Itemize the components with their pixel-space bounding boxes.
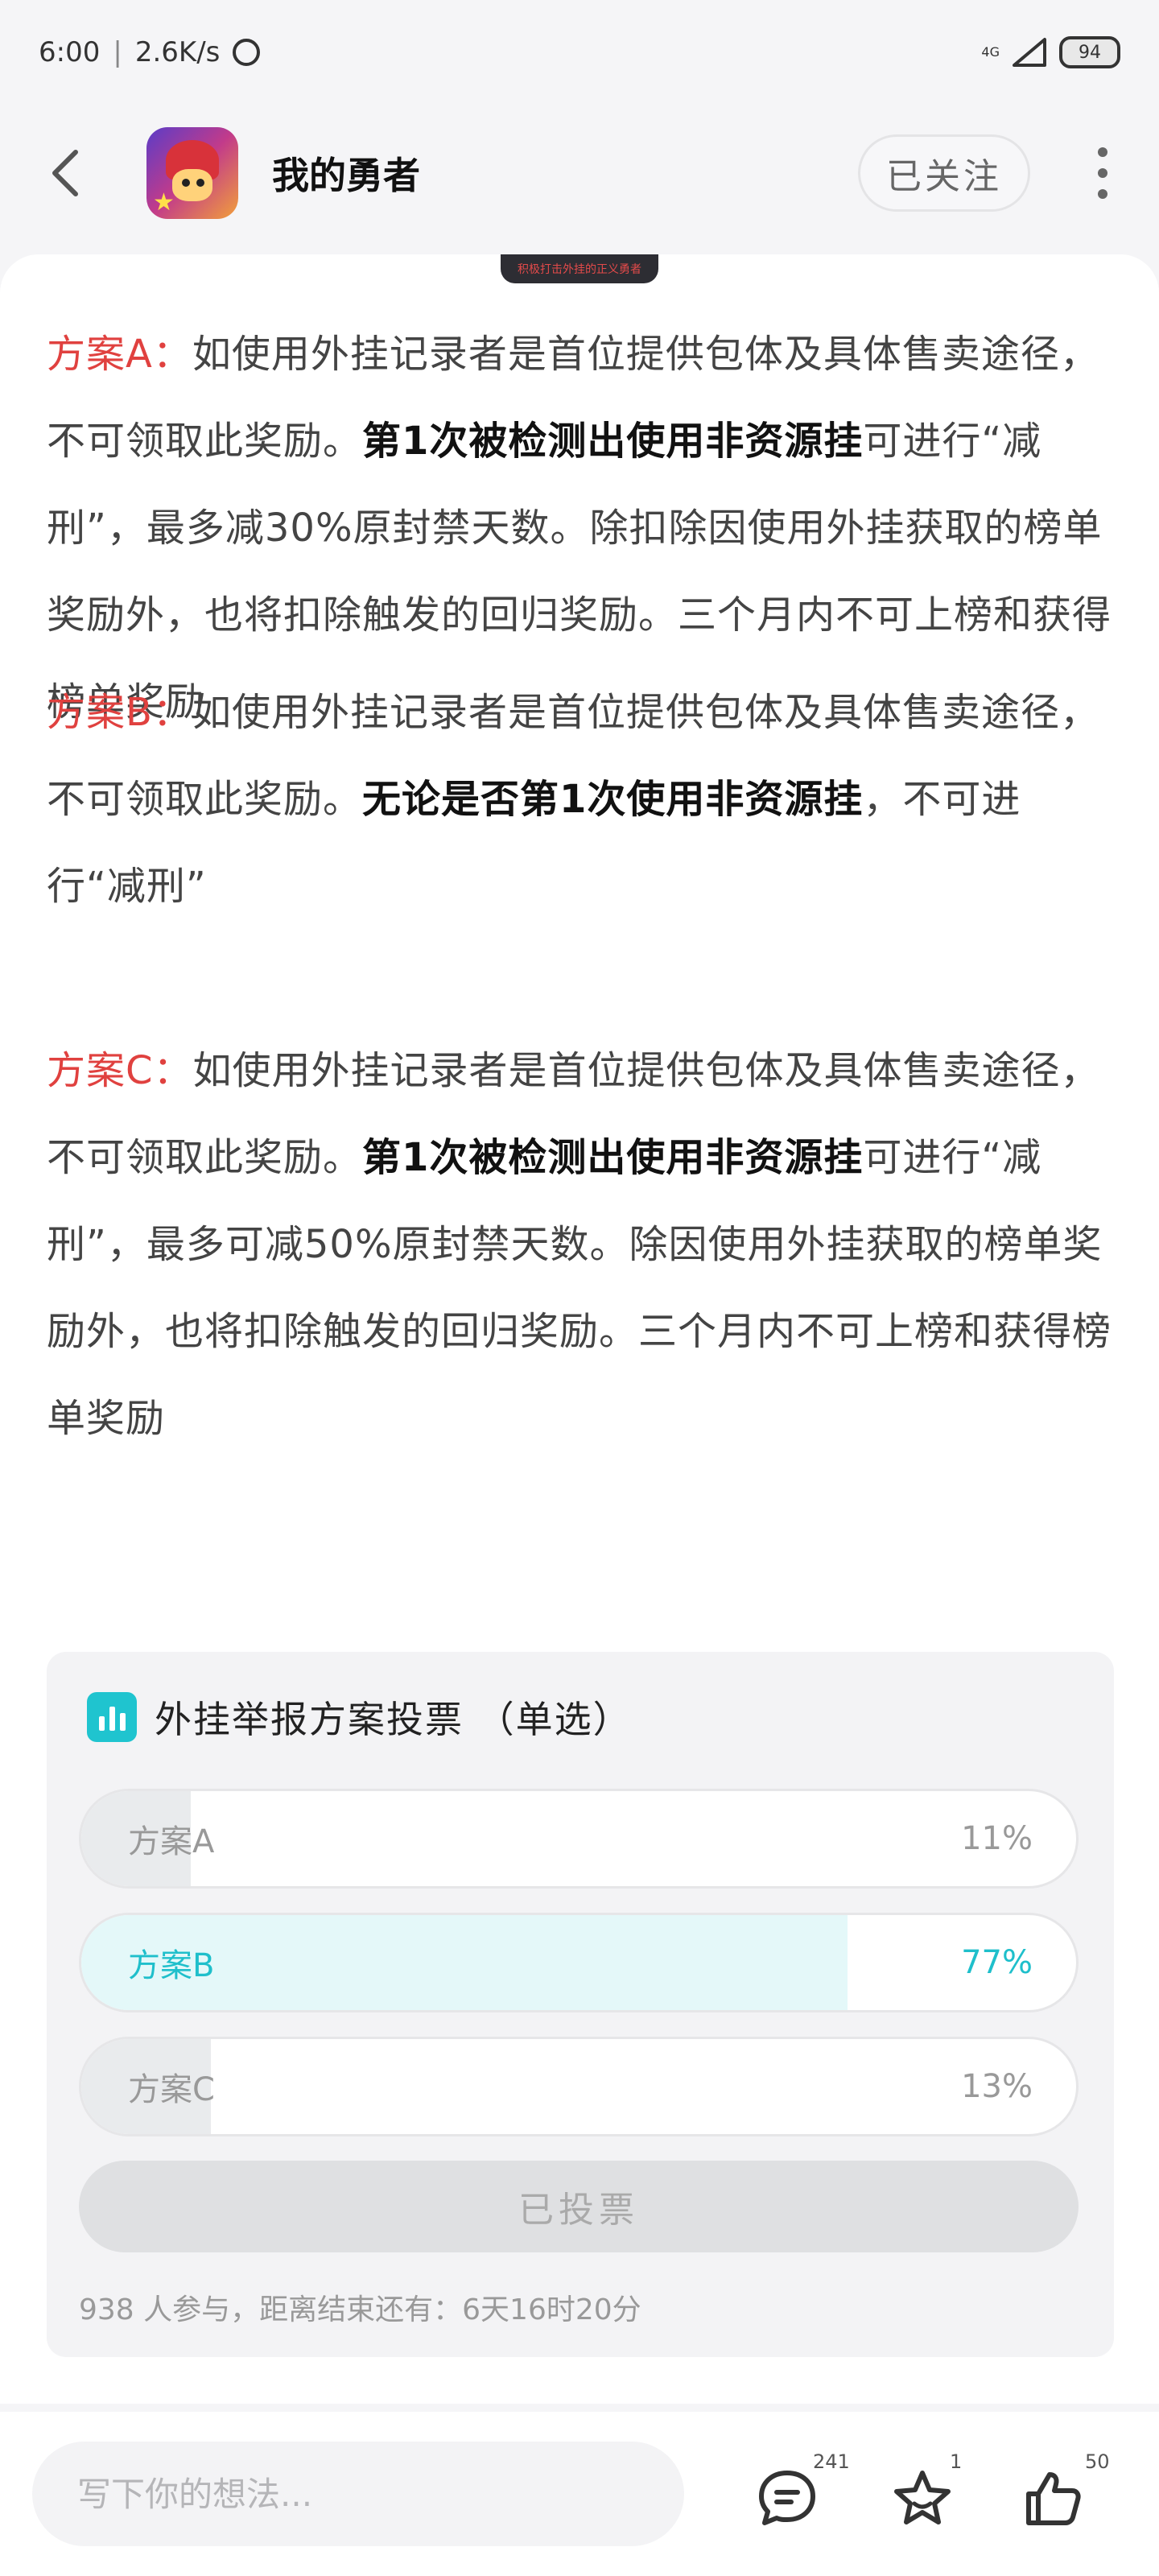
voted-button[interactable]: 已投票 <box>79 2161 1079 2252</box>
poll-option-percent: 13% <box>961 2068 1033 2105</box>
poll-option-percent: 11% <box>961 1820 1033 1857</box>
star-icon <box>894 2471 951 2524</box>
poll-option-c[interactable]: 方案C 13% <box>79 2037 1079 2136</box>
signal-icon <box>1013 38 1046 67</box>
poll-option-label: 方案C <box>128 2071 215 2108</box>
comment-icon <box>759 2471 815 2525</box>
plan-label: 方案B： <box>47 690 192 735</box>
plan-highlight: 第1次被检测出使用非资源挂 <box>362 1135 864 1180</box>
status-left: 6:00 | 2.6K/s <box>39 36 261 68</box>
comment-count: 241 <box>813 2450 850 2473</box>
avatar-star-icon: ★ <box>153 188 175 217</box>
more-dots-icon <box>1098 147 1107 157</box>
more-dots-icon <box>1098 189 1107 199</box>
favorite-button[interactable]: 1 <box>882 2450 963 2539</box>
network-type: 4G <box>981 44 1000 60</box>
status-right: 4G 94 <box>981 36 1120 68</box>
poll-option-a[interactable]: 方案A 11% <box>79 1789 1079 1889</box>
thumb-up-icon <box>1026 2472 1081 2525</box>
poll-title: 外挂举报方案投票 （单选） <box>155 1698 632 1741</box>
header: ★ 我的勇者 已关注 <box>0 113 1159 233</box>
more-dots-icon <box>1098 168 1107 178</box>
status-separator: | <box>113 36 122 68</box>
status-time: 6:00 <box>39 36 101 68</box>
page-title[interactable]: 我的勇者 <box>272 147 420 200</box>
like-button[interactable]: 50 <box>1013 2450 1110 2539</box>
more-menu-button[interactable] <box>1079 134 1127 212</box>
plan-text: 可进行“减刑”，最多可减50%原封禁天数。除因使用外挂获取的榜单奖励外，也将扣除… <box>47 1135 1112 1441</box>
plan-paragraph-c: 方案C：如使用外挂记录者是首位提供包体及具体售卖途径，不可领取此奖励。第1次被检… <box>47 1027 1117 1462</box>
network-speed: 2.6K/s <box>134 36 221 68</box>
plan-highlight: 无论是否第1次使用非资源挂 <box>362 777 864 822</box>
avatar-eye <box>182 179 190 187</box>
poll-option-percent: 77% <box>961 1944 1033 1981</box>
poll-card: 外挂举报方案投票 （单选） 方案A 11% 方案B 77% 方案C 13% 已投… <box>47 1652 1114 2357</box>
poll-footer: 938 人参与，距离结束还有：6天16时20分 <box>79 2293 641 2326</box>
poll-option-label: 方案B <box>128 1947 215 1984</box>
notification-icon <box>233 39 261 66</box>
app-avatar[interactable]: ★ <box>146 127 238 219</box>
avatar-face <box>172 169 212 201</box>
banner-tag: 积极打击外挂的正义勇者 <box>501 254 658 283</box>
plan-label: 方案C： <box>47 1048 193 1093</box>
follow-button[interactable]: 已关注 <box>858 134 1030 212</box>
status-bar: 6:00 | 2.6K/s 4G 94 <box>0 0 1159 105</box>
poll-chart-icon <box>87 1692 137 1742</box>
back-button[interactable] <box>48 145 105 201</box>
post-content: 积极打击外挂的正义勇者 方案A：如使用外挂记录者是首位提供包体及具体售卖途径，不… <box>0 254 1159 2404</box>
like-count: 50 <box>1085 2450 1110 2473</box>
poll-option-b[interactable]: 方案B 77% <box>79 1913 1079 2013</box>
bottom-action-bar: 241 1 50 <box>0 2412 1159 2576</box>
comment-input[interactable] <box>32 2442 684 2546</box>
plan-highlight: 第1次被检测出使用非资源挂 <box>362 419 864 464</box>
poll-option-label: 方案A <box>128 1823 215 1860</box>
back-arrow-icon <box>52 150 78 196</box>
comment-button[interactable]: 241 <box>747 2450 850 2539</box>
plan-paragraph-b: 方案B：如使用外挂记录者是首位提供包体及具体售卖途径，不可领取此奖励。无论是否第… <box>47 669 1117 930</box>
battery-indicator: 94 <box>1059 36 1120 68</box>
favorite-count: 1 <box>950 2450 963 2473</box>
plan-label: 方案A： <box>47 332 192 377</box>
avatar-eye <box>196 179 204 187</box>
poll-header: 外挂举报方案投票 （单选） <box>87 1690 632 1744</box>
